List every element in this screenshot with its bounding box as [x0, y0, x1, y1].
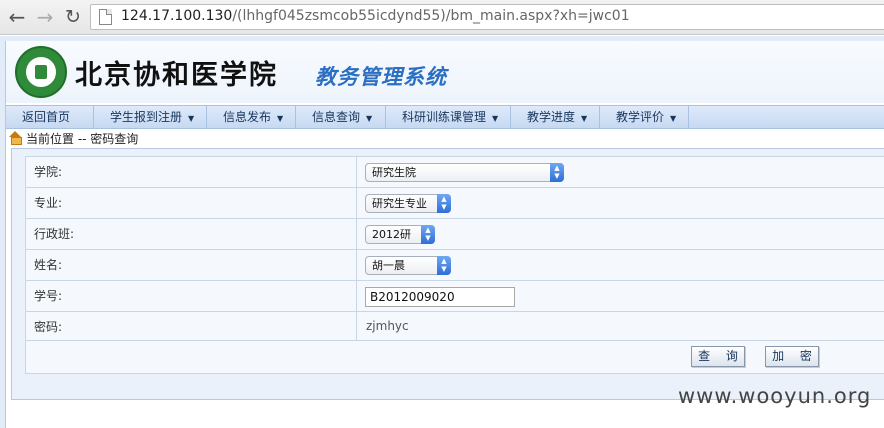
home-icon [9, 131, 22, 145]
menu-item-registration[interactable]: 学生报到注册 ▼ [94, 106, 207, 128]
form-row-college: 学院: 研究生院 ▲ ▼ [26, 157, 884, 188]
menu-item-teaching-progress[interactable]: 教学进度 ▼ [511, 106, 600, 128]
watermark: www.wooyun.org [678, 384, 872, 408]
reload-icon[interactable]: ↻ [62, 6, 84, 28]
menu-item-label: 教学进度 [527, 110, 576, 124]
form-row-student-id: 学号: B2012009020 [26, 281, 884, 312]
chevron-down-icon: ▼ [581, 114, 588, 123]
password-value: zjmhyc [366, 319, 409, 333]
chevron-down-icon: ▼ [670, 114, 677, 123]
select-stepper-icon: ▲ ▼ [421, 225, 435, 244]
url-text[interactable]: 124.17.100.130/(lhhgf045zsmcob55icdynd55… [121, 8, 630, 24]
class-select[interactable]: 2012研 ▲ ▼ [365, 225, 435, 244]
chevron-down-icon: ▼ [492, 114, 499, 123]
chevron-down-icon: ▼ [188, 114, 195, 123]
menu-item-research-courses[interactable]: 科研训练课管理 ▼ [386, 106, 511, 128]
student-id-input[interactable]: B2012009020 [365, 287, 515, 307]
address-bar[interactable]: 124.17.100.130/(lhhgf045zsmcob55icdynd55… [90, 4, 884, 30]
school-name: 北京协和医学院 [75, 60, 278, 91]
form-actions: 查 询 加 密 [26, 341, 884, 374]
school-seal-logo [15, 46, 67, 98]
form-row-password: 密码: zjmhyc [26, 312, 884, 342]
url-host: 124.17.100.130 [121, 8, 233, 24]
student-id-label: 学号: [26, 281, 357, 311]
main-menu: 返回首页 学生报到注册 ▼ 信息发布 ▼ 信息查询 ▼ 科研训练课管理 ▼ 教学进度 ▼ … [6, 105, 884, 129]
chevron-down-icon: ▼ [277, 114, 284, 123]
select-stepper-icon: ▲ ▼ [550, 163, 564, 182]
browser-toolbar: ← → ↻ 124.17.100.130/(lhhgf045zsmcob55ic… [0, 0, 884, 35]
form-row-class: 行政班: 2012研 ▲ ▼ [26, 219, 884, 250]
class-label: 行政班: [26, 219, 357, 249]
encrypt-button[interactable]: 加 密 [765, 346, 819, 367]
query-button[interactable]: 查 询 [691, 346, 745, 367]
name-select[interactable]: 胡一晨 ▲ ▼ [365, 256, 451, 275]
chevron-down-icon: ▼ [366, 114, 373, 123]
breadcrumb-text: 当前位置 -- 密码查询 [26, 132, 139, 146]
back-arrow-icon[interactable]: ← [6, 6, 28, 28]
menu-item-home[interactable]: 返回首页 [6, 106, 94, 128]
url-path: /(lhhgf045zsmcob55icdynd55)/bm_main.aspx… [232, 8, 630, 24]
password-query-panel: 学院: 研究生院 ▲ ▼ 专业: 研究生专业 ▲ ▼ 行政班: 2012研 ▲ … [11, 148, 884, 400]
password-query-form: 学院: 研究生院 ▲ ▼ 专业: 研究生专业 ▲ ▼ 行政班: 2012研 ▲ … [25, 156, 884, 374]
menu-item-label: 科研训练课管理 [402, 110, 487, 124]
form-row-major: 专业: 研究生专业 ▲ ▼ [26, 188, 884, 219]
menu-item-info-query[interactable]: 信息查询 ▼ [296, 106, 386, 128]
college-select[interactable]: 研究生院 ▲ ▼ [365, 163, 564, 182]
password-label: 密码: [26, 312, 357, 342]
site-header: 北京协和医学院 教务管理系统 [6, 41, 884, 103]
menu-item-announcements[interactable]: 信息发布 ▼ [207, 106, 296, 128]
system-name: 教务管理系统 [315, 65, 447, 89]
name-label: 姓名: [26, 250, 357, 280]
menu-item-label: 学生报到注册 [110, 110, 183, 124]
menu-item-label: 信息查询 [312, 110, 361, 124]
major-select[interactable]: 研究生专业 ▲ ▼ [365, 194, 451, 213]
major-label: 专业: [26, 188, 357, 218]
major-select-value: 研究生专业 [372, 197, 427, 210]
college-label: 学院: [26, 157, 357, 187]
menu-item-label: 返回首页 [22, 110, 71, 124]
page-icon [99, 9, 112, 25]
page-content: 北京协和医学院 教务管理系统 返回首页 学生报到注册 ▼ 信息发布 ▼ 信息查询 ▼ … [5, 41, 884, 428]
name-select-value: 胡一晨 [372, 259, 405, 272]
page-viewport: 北京协和医学院 教务管理系统 返回首页 学生报到注册 ▼ 信息发布 ▼ 信息查询 ▼ … [0, 36, 884, 428]
college-select-value: 研究生院 [372, 166, 416, 179]
menu-item-label: 教学评价 [616, 110, 665, 124]
menu-item-teaching-evaluation[interactable]: 教学评价 ▼ [600, 106, 689, 128]
select-stepper-icon: ▲ ▼ [437, 194, 451, 213]
menu-item-label: 信息发布 [223, 110, 272, 124]
class-select-value: 2012研 [372, 228, 411, 241]
forward-arrow-icon[interactable]: → [34, 6, 56, 28]
select-stepper-icon: ▲ ▼ [437, 256, 451, 275]
form-row-name: 姓名: 胡一晨 ▲ ▼ [26, 250, 884, 281]
